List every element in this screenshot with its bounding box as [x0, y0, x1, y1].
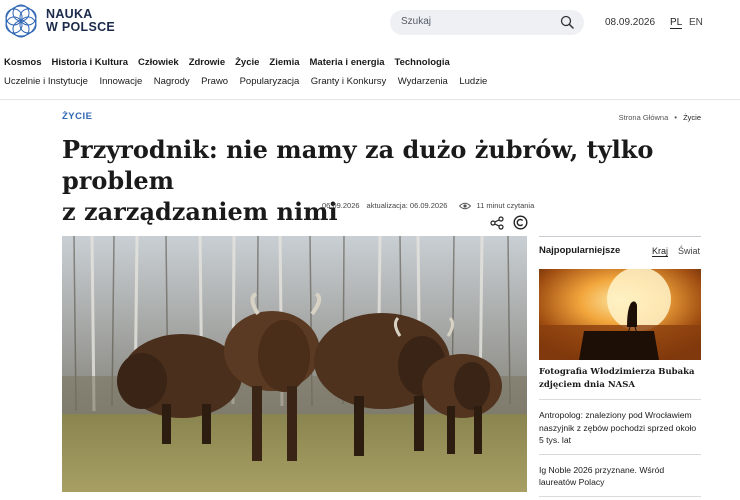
nav-item-wydarzenia[interactable]: Wydarzenia — [398, 76, 448, 87]
logo-mark-icon — [5, 4, 37, 38]
article-meta: 06.09.2026 aktualizacja: 06.09.2026 11 m… — [322, 201, 534, 210]
reading-time: 11 minut czytania — [476, 201, 535, 210]
image-caption-stub — [62, 496, 102, 500]
nav-item-historia[interactable]: Historia i Kultura — [51, 57, 128, 68]
share-icon[interactable] — [490, 216, 504, 230]
article-title-line1: Przyrodnik: nie mamy za dużo żubrów, tyl… — [62, 135, 654, 195]
nav-item-technologia[interactable]: Technologia — [395, 57, 450, 68]
logo-text: NAUKA W POLSCE — [46, 8, 115, 34]
article-title-line2: z zarządzaniem nimi — [62, 197, 338, 226]
bison-photo — [62, 236, 527, 492]
search-icon[interactable] — [560, 15, 574, 29]
nav-divider — [0, 99, 740, 100]
search-placeholder: Szukaj — [401, 16, 432, 27]
nav-item-materia[interactable]: Materia i energia — [310, 57, 385, 68]
update-date: aktualizacja: 06.09.2026 — [366, 201, 448, 210]
site-header: NAUKA W POLSCE Szukaj 08.09.2026 PL EN — [0, 0, 740, 46]
stork-sunset-photo — [539, 269, 701, 360]
logo-line2: W POLSCE — [46, 20, 116, 34]
nav-item-zycie[interactable]: Życie — [235, 57, 259, 68]
primary-nav: Kosmos Historia i Kultura Człowiek Zdrow… — [4, 57, 460, 68]
secondary-nav: Uczelnie i Instytucje Innowacje Nagrody … — [4, 76, 499, 87]
lang-en-link[interactable]: EN — [689, 17, 703, 28]
sidebar-header: Najpopularniejsze Kraj Świat — [539, 237, 701, 265]
nav-item-kosmos[interactable]: Kosmos — [4, 57, 41, 68]
popular-sidebar: Najpopularniejsze Kraj Świat Fotografia … — [539, 236, 701, 497]
tab-kraj[interactable]: Kraj — [652, 246, 669, 257]
current-date: 08.09.2026 — [605, 17, 656, 28]
nav-item-granty[interactable]: Granty i Konkursy — [311, 76, 387, 87]
tab-swiat[interactable]: Świat — [678, 246, 700, 256]
breadcrumb-current[interactable]: Życie — [683, 113, 701, 122]
nav-item-popularyzacja[interactable]: Popularyzacja — [240, 76, 300, 87]
site-logo[interactable]: NAUKA W POLSCE — [4, 4, 115, 38]
nav-item-zdrowie[interactable]: Zdrowie — [189, 57, 225, 68]
nav-item-ludzie[interactable]: Ludzie — [459, 76, 487, 87]
popular-item[interactable]: Antropolog: znaleziony pod Wrocławiem na… — [539, 400, 701, 455]
copyright-icon[interactable] — [513, 215, 528, 230]
article-hero-image[interactable] — [62, 236, 527, 492]
publish-date: 06.09.2026 — [322, 201, 360, 210]
breadcrumb-separator: • — [674, 113, 678, 122]
breadcrumb-home[interactable]: Strona Główna — [619, 113, 669, 122]
article-category-link[interactable]: ŻYCIE — [62, 111, 92, 122]
breadcrumb: Strona Główna • Życie — [619, 113, 701, 122]
featured-article-link[interactable]: Fotografia Włodzimierza Bubaka zdjęciem … — [539, 366, 701, 400]
article-title: Przyrodnik: nie mamy za dużo żubrów, tyl… — [62, 134, 712, 227]
sidebar-title: Najpopularniejsze — [539, 245, 621, 256]
nav-item-prawo[interactable]: Prawo — [201, 76, 228, 87]
nav-item-innowacje[interactable]: Innowacje — [99, 76, 142, 87]
eye-icon — [459, 202, 472, 209]
popular-item[interactable]: Ig Noble 2026 przyznane. Wśród laureatów… — [539, 455, 701, 497]
lang-pl-link[interactable]: PL — [670, 17, 683, 29]
search-input[interactable]: Szukaj — [390, 10, 584, 35]
nav-item-uczelnie[interactable]: Uczelnie i Instytucje — [4, 76, 88, 87]
nav-item-czlowiek[interactable]: Człowiek — [138, 57, 179, 68]
nav-item-nagrody[interactable]: Nagrody — [154, 76, 190, 87]
nav-item-ziemia[interactable]: Ziemia — [269, 57, 299, 68]
featured-image[interactable] — [539, 269, 701, 360]
